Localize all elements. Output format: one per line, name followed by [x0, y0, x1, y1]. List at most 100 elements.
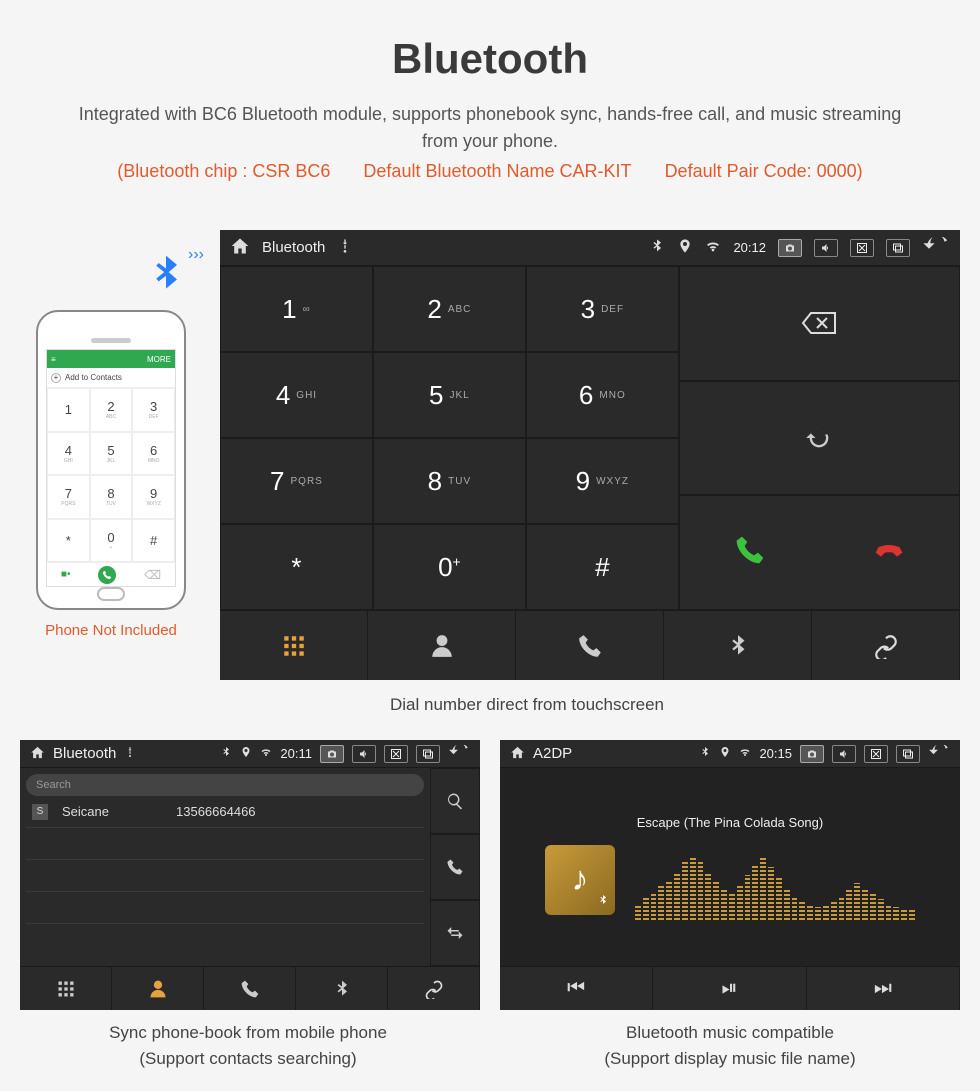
headunit-dialer: Bluetooth 20:12 1∞2ABC3DEF4GHI5JKL6MNO7P… — [220, 230, 960, 680]
prev-button[interactable]: ⏮ — [500, 967, 653, 1010]
page-specs: (Bluetooth chip : CSR BC6 Default Blueto… — [0, 161, 980, 182]
contact-name: Seicane — [62, 804, 162, 819]
tab-bluetooth[interactable] — [664, 611, 812, 680]
dial-key-5[interactable]: 5JKL — [373, 352, 526, 438]
dial-key-6[interactable]: 6MNO — [526, 352, 679, 438]
contacts-list: Search S Seicane 13566664466 — [20, 768, 430, 966]
dial-key-7[interactable]: 7PQRS — [220, 438, 373, 524]
phone-key: 5JKL — [90, 432, 133, 476]
dial-key-0[interactable]: 0+ — [373, 524, 526, 610]
back-button[interactable] — [922, 237, 950, 258]
spec-name: Default Bluetooth Name CAR-KIT — [363, 161, 631, 181]
close-button[interactable] — [384, 745, 408, 763]
tab-contacts[interactable] — [112, 967, 204, 1010]
page-title: Bluetooth — [0, 0, 980, 83]
volume-button[interactable] — [832, 745, 856, 763]
page-description: Integrated with BC6 Bluetooth module, su… — [70, 101, 910, 155]
spec-code: Default Pair Code: 0000) — [665, 161, 863, 181]
phone-keypad: 12ABC3DEF4GHI5JKL6MNO7PQRS8TUV9WXYZ*0+# — [47, 388, 175, 562]
recents-button[interactable] — [886, 239, 910, 257]
dial-key-8[interactable]: 8TUV — [373, 438, 526, 524]
back-button[interactable] — [928, 745, 950, 762]
dial-key-*[interactable]: * — [220, 524, 373, 610]
dialer-keypad: 1∞2ABC3DEF 4GHI5JKL6MNO 7PQRS8TUV9WXYZ *0+# — [220, 266, 679, 610]
phone-key: 1 — [47, 388, 90, 432]
phone-key: 2ABC — [90, 388, 133, 432]
recents-button[interactable] — [416, 745, 440, 763]
recents-button[interactable] — [896, 745, 920, 763]
redial-button[interactable] — [679, 381, 960, 496]
tab-keypad[interactable] — [20, 967, 112, 1010]
dial-key-9[interactable]: 9WXYZ — [526, 438, 679, 524]
dial-key-#[interactable]: # — [526, 524, 679, 610]
caption-music: Bluetooth music compatible(Support displ… — [540, 1020, 920, 1071]
phone-key: 4GHI — [47, 432, 90, 476]
dial-key-3[interactable]: 3DEF — [526, 266, 679, 352]
headunit-music: A2DP 20:15 Escape (The Pina Colada Song)… — [500, 740, 960, 1010]
call-button[interactable] — [734, 534, 766, 571]
phone-key: 8TUV — [90, 475, 133, 519]
contact-number: 13566664466 — [176, 804, 256, 819]
tab-recents[interactable] — [204, 967, 296, 1010]
location-icon — [677, 238, 693, 257]
contact-initial: S — [32, 804, 48, 820]
tab-contacts[interactable] — [368, 611, 516, 680]
dialer-right-panel — [679, 266, 960, 610]
call-contact-button[interactable] — [430, 834, 480, 900]
usb-icon — [124, 746, 136, 761]
bluetooth-icon: ››› — [144, 250, 188, 308]
volume-button[interactable] — [352, 745, 376, 763]
wifi-icon — [739, 746, 751, 761]
headunit-phonebook: Bluetooth 20:11 Search S Seicane 1356666… — [20, 740, 480, 1010]
backspace-button[interactable] — [679, 266, 960, 381]
next-button[interactable]: ⏭ — [807, 967, 960, 1010]
camera-button[interactable] — [778, 239, 802, 257]
phone-key: 9WXYZ — [132, 475, 175, 519]
close-button[interactable] — [864, 745, 888, 763]
location-icon — [240, 746, 252, 761]
wifi-icon — [260, 746, 272, 761]
close-button[interactable] — [850, 239, 874, 257]
camera-button[interactable] — [320, 745, 344, 763]
sync-button[interactable] — [430, 900, 480, 966]
phone-body: ≡MORE +Add to Contacts 12ABC3DEF4GHI5JKL… — [36, 310, 186, 610]
statusbar-music: A2DP 20:15 — [500, 740, 960, 768]
phone-key: 0+ — [90, 519, 133, 563]
music-body: Escape (The Pina Colada Song) ♪ — [500, 768, 960, 966]
phone-mockup-column: ››› ≡MORE +Add to Contacts 12ABC3DEF4GHI… — [16, 275, 206, 639]
camera-button[interactable] — [800, 745, 824, 763]
caption-phonebook: Sync phone-book from mobile phone(Suppor… — [68, 1020, 428, 1071]
play-pause-button[interactable]: ⏯ — [653, 967, 806, 1010]
tab-pair[interactable] — [812, 611, 960, 680]
phone-disclaimer: Phone Not Included — [16, 622, 206, 639]
tab-recents[interactable] — [516, 611, 664, 680]
tab-keypad[interactable] — [220, 611, 368, 680]
search-button[interactable] — [430, 768, 480, 834]
app-title: A2DP — [533, 745, 572, 762]
back-button[interactable] — [448, 745, 470, 762]
dial-key-4[interactable]: 4GHI — [220, 352, 373, 438]
search-input[interactable]: Search — [26, 774, 424, 796]
bluetooth-status-icon — [649, 238, 665, 257]
home-icon[interactable] — [230, 236, 250, 259]
backspace-icon: ⌫ — [144, 568, 161, 582]
tab-pair[interactable] — [388, 967, 480, 1010]
statusbar-pb: Bluetooth 20:11 — [20, 740, 480, 768]
contact-row[interactable]: S Seicane 13566664466 — [26, 796, 424, 828]
tab-bluetooth[interactable] — [296, 967, 388, 1010]
app-title: Bluetooth — [53, 745, 116, 762]
clock: 20:12 — [733, 240, 766, 255]
album-art: ♪ — [545, 845, 615, 915]
dial-key-2[interactable]: 2ABC — [373, 266, 526, 352]
hangup-button[interactable] — [873, 534, 905, 571]
bluetooth-status-icon — [220, 746, 232, 761]
home-icon[interactable] — [30, 745, 45, 763]
empty-row — [26, 828, 424, 860]
bluetooth-badge-icon — [597, 894, 609, 909]
dial-key-1[interactable]: 1∞ — [220, 266, 373, 352]
phone-statusbar: ≡MORE — [47, 350, 175, 368]
volume-button[interactable] — [814, 239, 838, 257]
track-name: Escape (The Pina Colada Song) — [637, 815, 823, 830]
home-icon[interactable] — [510, 745, 525, 763]
music-controls: ⏮ ⏯ ⏭ — [500, 966, 960, 1010]
